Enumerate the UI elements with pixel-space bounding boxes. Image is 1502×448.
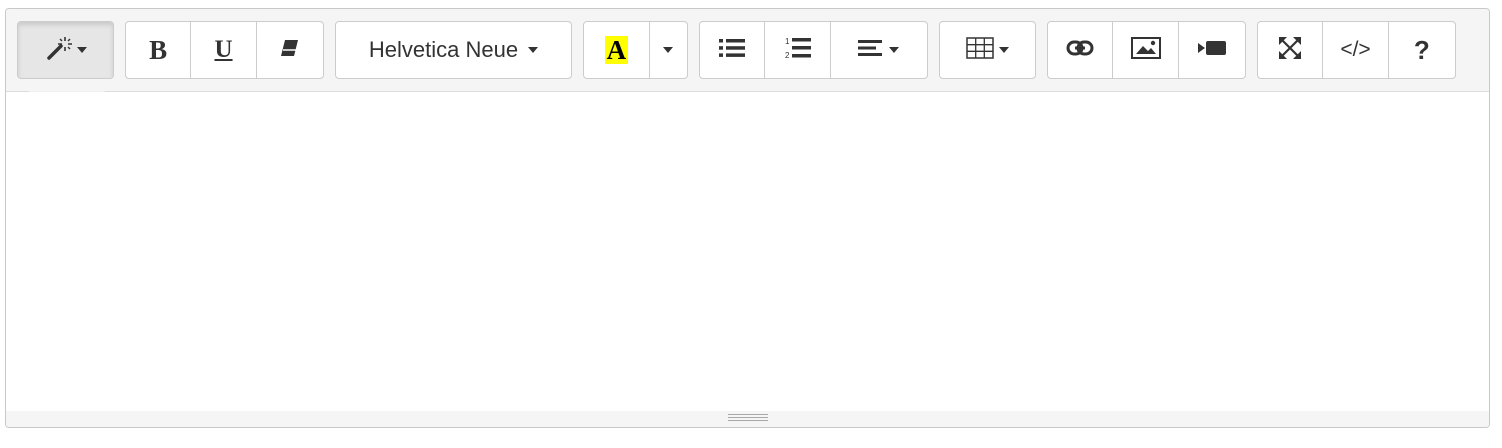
fullscreen-icon: [1278, 36, 1302, 65]
color-group: A: [583, 21, 688, 79]
chevron-down-icon: [76, 47, 87, 53]
underline-button[interactable]: U: [191, 22, 257, 78]
chevron-down-icon: [889, 47, 900, 53]
recent-color-button[interactable]: A: [584, 22, 650, 78]
font-color-icon: A: [604, 35, 629, 65]
insert-picture-button[interactable]: [1113, 22, 1179, 78]
help-button[interactable]: ?: [1389, 22, 1455, 78]
svg-text:2: 2: [785, 51, 790, 60]
insert-link-button[interactable]: [1048, 22, 1114, 78]
rich-text-editor: B U Helvetica Neue A 1 2 </> ?: [5, 8, 1490, 428]
fontname-group: Helvetica Neue: [335, 21, 572, 79]
help-icon: ?: [1413, 34, 1430, 65]
font-style-group: B U: [125, 21, 324, 79]
bold-icon: B: [149, 34, 168, 65]
status-bar: [6, 411, 1489, 427]
editable-area[interactable]: [6, 92, 1489, 412]
picture-icon: [1130, 36, 1161, 64]
fullscreen-button[interactable]: [1258, 22, 1324, 78]
fontname-dropdown-button[interactable]: Helvetica Neue: [336, 22, 571, 78]
color-dropdown-button[interactable]: [650, 22, 687, 78]
clear-format-button[interactable]: [257, 22, 323, 78]
paragraph-align-button[interactable]: [831, 22, 927, 78]
insert-video-button[interactable]: [1179, 22, 1245, 78]
insert-group: [1047, 21, 1246, 79]
bold-button[interactable]: B: [126, 22, 192, 78]
unordered-list-icon: [719, 38, 746, 63]
svg-text:1: 1: [785, 37, 790, 46]
table-icon: [966, 36, 994, 64]
code-icon: </>: [1340, 38, 1371, 61]
style-dropdown-button[interactable]: [18, 22, 113, 78]
editor-toolbar: B U Helvetica Neue A 1 2 </> ?: [6, 9, 1489, 92]
link-icon: [1066, 39, 1094, 62]
ordered-list-button[interactable]: 1 2: [765, 22, 831, 78]
table-group: [939, 21, 1036, 79]
chevron-down-icon: [999, 47, 1009, 53]
style-group: [17, 21, 114, 79]
fontname-label: Helvetica Neue: [368, 37, 519, 62]
magic-wand-icon: [45, 34, 75, 67]
chevron-down-icon: [663, 47, 674, 53]
resize-handle[interactable]: [728, 414, 768, 423]
paragraph-group: 1 2: [699, 21, 928, 79]
unordered-list-button[interactable]: [700, 22, 766, 78]
codeview-button[interactable]: </>: [1323, 22, 1389, 78]
chevron-down-icon: [528, 47, 539, 53]
eraser-icon: [279, 38, 301, 63]
align-left-icon: [858, 39, 883, 62]
underline-icon: U: [214, 36, 233, 63]
table-dropdown-button[interactable]: [940, 22, 1035, 78]
video-icon: [1197, 39, 1227, 62]
ordered-list-icon: 1 2: [785, 36, 811, 65]
view-group: </> ?: [1257, 21, 1456, 79]
